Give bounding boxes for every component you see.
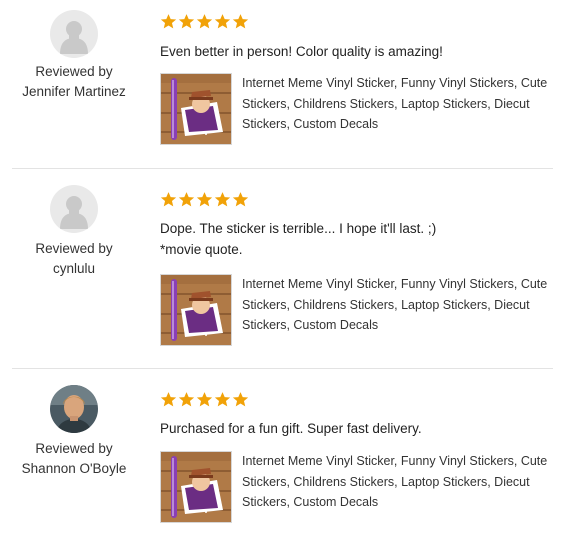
reviewer-info: Reviewed by Jennifer Martinez — [0, 62, 148, 102]
user-avatar-photo — [50, 385, 98, 433]
reviewer-info: Reviewed by Shannon O'Boyle — [0, 439, 148, 479]
review-text: Dope. The sticker is terrible... I hope … — [160, 218, 555, 260]
divider — [12, 368, 553, 369]
listing-thumbnail[interactable] — [160, 73, 232, 145]
star-rating — [160, 191, 249, 208]
star-rating — [160, 13, 249, 30]
star-icon — [178, 14, 195, 29]
default-avatar-icon — [50, 10, 98, 58]
default-avatar-icon — [50, 185, 98, 233]
star-icon — [214, 192, 231, 207]
star-icon — [214, 14, 231, 29]
star-icon — [214, 392, 231, 407]
star-icon — [160, 392, 177, 407]
star-icon — [232, 392, 249, 407]
star-icon — [232, 192, 249, 207]
star-icon — [232, 14, 249, 29]
reviewed-by-label: Reviewed by — [35, 64, 113, 79]
review-text-line: Dope. The sticker is terrible... I hope … — [160, 221, 437, 236]
listing-thumbnail[interactable] — [160, 274, 232, 346]
star-rating — [160, 391, 249, 408]
star-icon — [196, 14, 213, 29]
star-icon — [178, 392, 195, 407]
reviewer-info: Reviewed by cynlulu — [0, 239, 148, 279]
reviewer-name[interactable]: Jennifer Martinez — [0, 82, 148, 102]
listing-link[interactable]: Internet Meme Vinyl Sticker, Funny Vinyl… — [160, 451, 555, 523]
divider — [12, 168, 553, 169]
reviewer-name[interactable]: cynlulu — [0, 259, 148, 279]
review-text: Even better in person! Color quality is … — [160, 41, 555, 62]
reviewed-by-label: Reviewed by — [35, 441, 113, 456]
listing-thumbnail[interactable] — [160, 451, 232, 523]
review-text-line: *movie quote. — [160, 242, 243, 257]
star-icon — [196, 392, 213, 407]
listing-title[interactable]: Internet Meme Vinyl Sticker, Funny Vinyl… — [242, 73, 552, 135]
listing-title[interactable]: Internet Meme Vinyl Sticker, Funny Vinyl… — [242, 274, 552, 336]
star-icon — [196, 192, 213, 207]
star-icon — [160, 14, 177, 29]
listing-link[interactable]: Internet Meme Vinyl Sticker, Funny Vinyl… — [160, 274, 555, 346]
listing-title[interactable]: Internet Meme Vinyl Sticker, Funny Vinyl… — [242, 451, 552, 513]
review-text-line: Even better in person! Color quality is … — [160, 44, 443, 59]
listing-link[interactable]: Internet Meme Vinyl Sticker, Funny Vinyl… — [160, 73, 555, 145]
star-icon — [160, 192, 177, 207]
review-text: Purchased for a fun gift. Super fast del… — [160, 418, 555, 439]
reviewer-name[interactable]: Shannon O'Boyle — [0, 459, 148, 479]
review-text-line: Purchased for a fun gift. Super fast del… — [160, 421, 422, 436]
reviewed-by-label: Reviewed by — [35, 241, 113, 256]
star-icon — [178, 192, 195, 207]
